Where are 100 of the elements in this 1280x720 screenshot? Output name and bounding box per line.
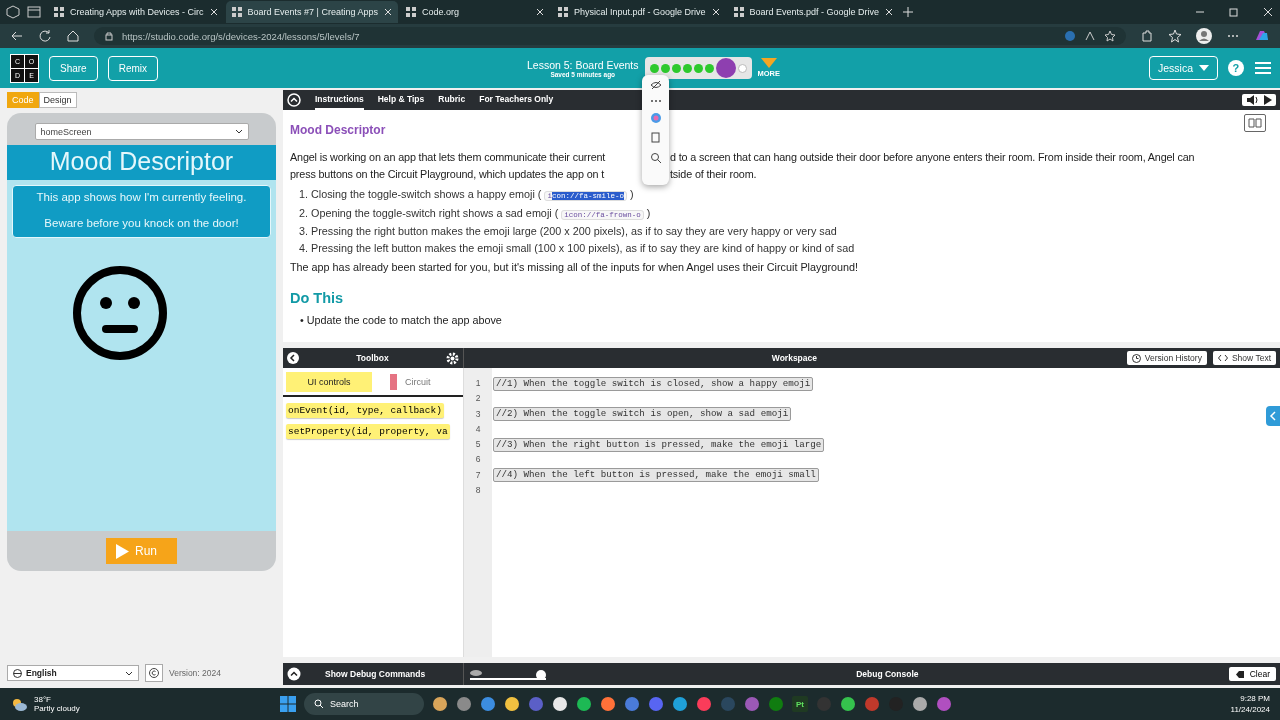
- speed-slider[interactable]: [468, 667, 546, 681]
- version-history-button[interactable]: Version History: [1126, 351, 1207, 365]
- show-text-button[interactable]: Show Text: [1212, 351, 1276, 365]
- refresh-icon[interactable]: [38, 29, 52, 43]
- instruction-tab[interactable]: Rubric: [438, 90, 466, 110]
- menu-icon[interactable]: [1254, 61, 1272, 75]
- instruction-step: 3. Pressing the right button makes the emoji large (200 x 200 pixels), as if to say they are very happy or very sad: [299, 223, 1273, 240]
- address-bar[interactable]: https://studio.code.org/s/devices-2024/lessons/5/levels/7: [94, 27, 1126, 45]
- instruction-tab[interactable]: For Teachers Only: [479, 90, 554, 110]
- section-heading: Do This: [290, 290, 345, 306]
- browser-tab[interactable]: Board Events.pdf - Google Drive: [727, 1, 900, 23]
- browser-tab[interactable]: Board Events #7 | Creating Apps: [225, 1, 398, 23]
- line-number: 6: [475, 453, 481, 467]
- settings-icon[interactable]: [446, 351, 459, 365]
- comment-block[interactable]: //1) When the toggle switch is closed, show a happy emoji: [493, 376, 814, 391]
- close-icon[interactable]: [711, 8, 720, 16]
- eraser-icon: [1234, 669, 1245, 679]
- line-number: 8: [475, 484, 481, 498]
- app-text: Beware before you knock on the door!: [43, 217, 240, 229]
- immersive-reader-button[interactable]: [1244, 114, 1266, 132]
- close-icon[interactable]: [1262, 6, 1274, 18]
- back-icon[interactable]: [287, 352, 299, 364]
- debug-commands-toggle[interactable]: Show Debug Commands: [325, 669, 426, 679]
- app-icon[interactable]: [552, 696, 568, 712]
- panel-title: Debug Console: [855, 669, 920, 679]
- hide-icon[interactable]: [649, 80, 662, 90]
- copyright-button[interactable]: [145, 664, 163, 682]
- clock-date[interactable]: 11/24/2024: [1230, 705, 1270, 714]
- instruction-text: Angel is working on an app that lets them communicate their current: [290, 150, 607, 165]
- collapse-icon[interactable]: [287, 93, 301, 107]
- app-icon[interactable]: [600, 696, 616, 712]
- copy-icon[interactable]: [650, 132, 661, 144]
- mode-toggle[interactable]: Design: [38, 92, 77, 108]
- close-icon[interactable]: [535, 8, 544, 16]
- app-title: Mood Descriptor: [7, 145, 276, 180]
- comment-block[interactable]: //2) When the toggle switch is open, show a sad emoji: [493, 407, 792, 422]
- app-icon[interactable]: [576, 696, 592, 712]
- app-icon[interactable]: [672, 696, 688, 712]
- app-icon[interactable]: [840, 696, 856, 712]
- new-tab-icon[interactable]: [901, 5, 916, 19]
- favorites-icon[interactable]: [1168, 29, 1182, 43]
- search-field[interactable]: Search: [304, 693, 424, 715]
- restore-icon[interactable]: [1228, 6, 1240, 18]
- instruction-text: The app has already been started for you, but it's missing all of the inputs for when Angel uses their Circuit Playground!: [290, 260, 859, 275]
- app-icon[interactable]: [912, 696, 928, 712]
- search-icon: [314, 699, 324, 709]
- instructions-title: Mood Descriptor: [290, 123, 387, 137]
- clock-icon: [1131, 353, 1141, 363]
- close-icon[interactable]: [885, 8, 894, 16]
- temperature: 38°F: [34, 695, 52, 704]
- browser-tab[interactable]: Creating Apps with Devices - Circ: [48, 1, 224, 23]
- app-icon[interactable]: [504, 696, 520, 712]
- grid-icon: [231, 7, 242, 17]
- back-icon[interactable]: [10, 29, 24, 43]
- play-icon[interactable]: [1264, 95, 1272, 105]
- version-label: Version: 2024: [169, 668, 221, 678]
- workspaces-icon[interactable]: [6, 5, 20, 19]
- neutral-face-icon: [72, 265, 168, 361]
- instruction-tab[interactable]: Help & Tips: [377, 90, 425, 110]
- comment-block[interactable]: //3) When the right button is pressed, make the emoji large: [493, 437, 825, 452]
- browser-tab[interactable]: Physical Input.pdf - Google Drive: [551, 1, 726, 23]
- more-icon[interactable]: [649, 98, 662, 104]
- home-icon[interactable]: [66, 29, 80, 43]
- side-panel-tab[interactable]: [1266, 406, 1280, 426]
- profile-icon[interactable]: [1196, 28, 1212, 44]
- grid-icon: [54, 7, 64, 17]
- panel-title: Workspace: [770, 353, 818, 363]
- app-icon[interactable]: Pt: [792, 696, 808, 712]
- expand-icon[interactable]: [287, 667, 301, 681]
- extension-icon[interactable]: [1064, 30, 1076, 42]
- search-icon[interactable]: [649, 152, 662, 164]
- copilot-icon[interactable]: [649, 112, 662, 124]
- progress-bubbles[interactable]: [644, 57, 752, 79]
- line-number: 4: [475, 422, 481, 436]
- code-block[interactable]: onEvent(id, type, callback): [286, 403, 444, 418]
- extensions-icon[interactable]: [1140, 29, 1154, 43]
- caret-icon: [1199, 65, 1209, 71]
- app-icon[interactable]: [432, 696, 448, 712]
- copyright-icon: [149, 668, 159, 678]
- clear-button[interactable]: Clear: [1228, 667, 1276, 681]
- browser-tab[interactable]: Code.org: [399, 1, 550, 23]
- toolbox-category[interactable]: UI controls: [286, 372, 372, 392]
- line-number: 2: [475, 392, 481, 406]
- start-icon[interactable]: [280, 696, 296, 712]
- language-select[interactable]: English: [7, 665, 139, 681]
- star-icon[interactable]: [1104, 30, 1116, 42]
- toolbox-category[interactable]: Circuit: [378, 372, 443, 392]
- close-icon[interactable]: [383, 8, 392, 16]
- speaker-icon[interactable]: [1246, 95, 1258, 105]
- clock-time[interactable]: 9:28 PM: [1240, 694, 1270, 703]
- screen-dropdown[interactable]: homeScreen: [34, 123, 249, 140]
- close-icon[interactable]: [209, 8, 218, 16]
- weather-label: Partly cloudy: [34, 704, 80, 713]
- audio-controls[interactable]: [1242, 94, 1276, 106]
- read-aloud-icon[interactable]: [1084, 30, 1096, 42]
- code-block[interactable]: setProperty(id, property, va: [286, 424, 450, 439]
- weather-icon: [10, 696, 28, 712]
- lesson-title: Lesson 5: Board Events: [527, 58, 639, 71]
- globe-icon: [13, 668, 22, 678]
- comment-block[interactable]: //4) When the left button is pressed, make the emoji small: [493, 468, 819, 483]
